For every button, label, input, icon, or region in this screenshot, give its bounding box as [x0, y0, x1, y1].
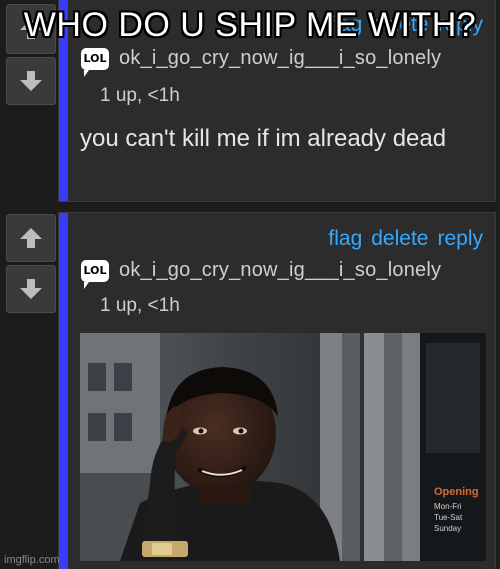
comment-author-row-2: LOL ok_i_go_cry_now_ig___i_so_lonely: [81, 259, 441, 289]
meme-caption: WHO DO U SHIP ME WITH?: [23, 6, 477, 44]
roll-safe-meme-picture: Opening Mon-Fri Tue-Sat Sunday: [80, 333, 486, 561]
comment-meta: 1 up, <1h: [100, 295, 180, 316]
comment-meta: 1 up, <1h: [100, 85, 180, 106]
comment-card-2: flag delete reply LOL ok_i_go_cry_now_ig…: [58, 212, 496, 569]
comment-meme-image[interactable]: Opening Mon-Fri Tue-Sat Sunday: [80, 333, 486, 561]
delete-link[interactable]: delete: [371, 227, 428, 251]
arrow-down-icon: [20, 71, 42, 91]
downvote-button-1[interactable]: [6, 57, 56, 105]
svg-text:Tue-Sat: Tue-Sat: [434, 513, 463, 522]
comment-actions-2: flag delete reply: [328, 227, 483, 251]
comment-username[interactable]: ok_i_go_cry_now_ig___i_so_lonely: [119, 259, 441, 282]
imgflip-watermark: imgflip.com: [4, 554, 60, 566]
comment-body: you can't kill me if im already dead: [80, 125, 447, 152]
flag-link[interactable]: flag: [328, 227, 362, 251]
arrow-up-icon: [20, 228, 42, 248]
shop-sign-text: Opening: [434, 486, 479, 498]
lol-badge-icon: LOL: [81, 259, 109, 289]
svg-text:Sunday: Sunday: [434, 524, 461, 533]
lol-badge-icon: LOL: [81, 47, 109, 77]
comment-accent-bar: [59, 213, 68, 569]
meme-screenshot: WHO DO U SHIP ME WITH? flag delete reply…: [0, 0, 500, 569]
svg-text:Mon-Fri: Mon-Fri: [434, 502, 462, 511]
upvote-button-2[interactable]: [6, 214, 56, 262]
vote-controls-2: [6, 214, 56, 316]
reply-link[interactable]: reply: [437, 227, 483, 251]
arrow-down-icon: [20, 279, 42, 299]
comment-username[interactable]: ok_i_go_cry_now_ig___i_so_lonely: [119, 47, 441, 70]
comment-author-row-1: LOL ok_i_go_cry_now_ig___i_so_lonely: [81, 47, 441, 77]
downvote-button-2[interactable]: [6, 265, 56, 313]
